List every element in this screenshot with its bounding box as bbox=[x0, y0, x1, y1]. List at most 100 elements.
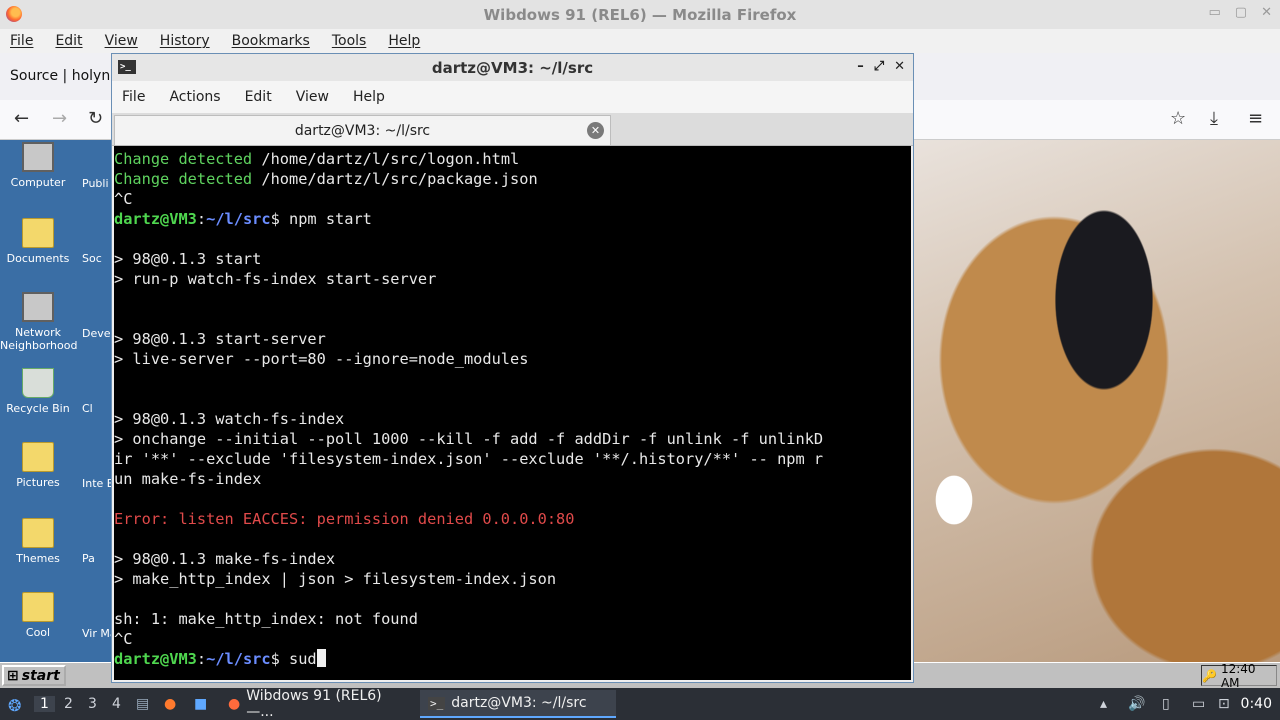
desktop-icon-documents[interactable]: Documents bbox=[0, 218, 76, 265]
firefox-logo-icon bbox=[6, 6, 22, 22]
tab-close-icon[interactable]: ✕ bbox=[587, 122, 604, 139]
term-menu-view[interactable]: View bbox=[296, 89, 329, 105]
terminal-error-line: Error: listen EACCES: permission denied … bbox=[114, 510, 575, 528]
downloads-icon[interactable]: ⤓ bbox=[1210, 108, 1218, 129]
maximize-icon[interactable]: ⤢ bbox=[874, 59, 884, 74]
desktop-icon-cl[interactable]: Cl bbox=[82, 402, 112, 415]
recycle-bin-icon bbox=[22, 368, 54, 398]
desktop-icon-network[interactable]: Network Neighborhood bbox=[0, 292, 77, 352]
win9x-desktop: Computer Documents Network Neighborhood … bbox=[0, 140, 112, 662]
term-menu-edit[interactable]: Edit bbox=[245, 89, 272, 105]
firefox-launcher-icon[interactable]: ● bbox=[164, 696, 176, 712]
terminal-line: ir '**' --exclude 'filesystem-index.json… bbox=[114, 450, 824, 468]
terminal-line: > live-server --port=80 --ignore=node_mo… bbox=[114, 350, 529, 368]
workspace-2[interactable]: 2 bbox=[64, 696, 73, 712]
minimize-icon[interactable]: – bbox=[857, 59, 864, 74]
start-button[interactable]: ⊞ start bbox=[2, 665, 66, 686]
terminal-line: sh: 1: make_http_index: not found bbox=[114, 610, 418, 628]
forward-icon[interactable]: → bbox=[52, 108, 67, 129]
terminal-line: > 98@0.1.3 start-server bbox=[114, 330, 326, 348]
ff-menu-file[interactable]: File bbox=[10, 33, 33, 49]
terminal-tab-label: dartz@VM3: ~/l/src bbox=[294, 122, 431, 139]
network-tray-icon[interactable]: ⊡ bbox=[1218, 696, 1230, 712]
maximize-icon[interactable]: ▢ bbox=[1235, 5, 1247, 20]
firefox-icon: ● bbox=[228, 696, 241, 712]
terminal-line: > 98@0.1.3 make-fs-index bbox=[114, 550, 336, 568]
terminal-icon: >_ bbox=[428, 696, 446, 710]
terminal-line: > onchange --initial --poll 1000 --kill … bbox=[114, 430, 824, 448]
win9x-tray: 🔑 12:40 AM bbox=[1201, 662, 1277, 690]
terminal-launcher-icon[interactable]: ■ bbox=[194, 696, 207, 712]
back-icon[interactable]: ← bbox=[14, 108, 29, 129]
terminal-line: ^C bbox=[114, 190, 133, 208]
workspace-3[interactable]: 3 bbox=[88, 696, 97, 712]
key-icon: 🔑 bbox=[1202, 668, 1217, 683]
terminal-app-icon: >_ bbox=[118, 60, 136, 74]
terminal-line: Change detected /home/dartz/l/src/logon.… bbox=[114, 150, 520, 168]
terminal-menubar: File Actions Edit View Help bbox=[112, 81, 913, 113]
terminal-window: >_ dartz@VM3: ~/l/src – ⤢ ✕ File Actions… bbox=[111, 53, 914, 683]
tray-up-arrow-icon[interactable]: ▴ bbox=[1100, 696, 1107, 712]
desktop-icon-pa[interactable]: Pa bbox=[82, 552, 112, 565]
bookmark-star-icon[interactable]: ☆ bbox=[1170, 108, 1186, 129]
firefox-tab[interactable]: Source | holyne bbox=[10, 68, 119, 84]
terminal-output[interactable]: Change detected /home/dartz/l/src/logon.… bbox=[114, 146, 911, 680]
desktop-icon-public[interactable]: Publi bbox=[82, 177, 112, 190]
terminal-line: > 98@0.1.3 start bbox=[114, 250, 262, 268]
firefox-menubar: File Edit View History Bookmarks Tools H… bbox=[0, 29, 1280, 53]
desktop-icon-recycle-bin[interactable]: Recycle Bin bbox=[0, 368, 76, 415]
desktop-icon-vm[interactable]: Vir Mac bbox=[82, 627, 112, 640]
workspace-4[interactable]: 4 bbox=[112, 696, 121, 712]
close-icon[interactable]: ✕ bbox=[1261, 5, 1272, 20]
folder-icon bbox=[22, 442, 54, 472]
distro-logo-icon[interactable]: ❂ bbox=[8, 696, 21, 715]
host-taskbar: ❂ 1 2 3 4 ▤ ● ■ ● Wibdows 91 (REL6) —...… bbox=[0, 688, 1280, 720]
reload-icon[interactable]: ↻ bbox=[88, 108, 103, 129]
display-icon[interactable]: ▭ bbox=[1192, 696, 1205, 712]
terminal-line: > run-p watch-fs-index start-server bbox=[114, 270, 437, 288]
clipboard-icon[interactable]: ▯ bbox=[1162, 696, 1170, 712]
ff-menu-edit[interactable]: Edit bbox=[55, 33, 82, 49]
terminal-line: > 98@0.1.3 watch-fs-index bbox=[114, 410, 345, 428]
desktop-icon-social[interactable]: Soc bbox=[82, 252, 112, 265]
volume-icon[interactable]: 🔊 bbox=[1128, 696, 1145, 712]
ff-menu-history[interactable]: History bbox=[160, 33, 210, 49]
network-icon bbox=[22, 292, 54, 322]
terminal-line: un make-fs-index bbox=[114, 470, 262, 488]
hamburger-menu-icon[interactable]: ≡ bbox=[1248, 108, 1263, 129]
folder-icon bbox=[22, 518, 54, 548]
term-menu-help[interactable]: Help bbox=[353, 89, 385, 105]
ff-menu-tools[interactable]: Tools bbox=[332, 33, 367, 49]
terminal-tab[interactable]: dartz@VM3: ~/l/src ✕ bbox=[114, 115, 611, 145]
desktop-icon-themes[interactable]: Themes bbox=[0, 518, 76, 565]
minimize-icon[interactable]: ▭ bbox=[1209, 5, 1221, 20]
desktop-icon-cool[interactable]: Cool bbox=[0, 592, 76, 639]
term-menu-file[interactable]: File bbox=[122, 89, 145, 105]
firefox-window-controls: ▭ ▢ ✕ bbox=[1209, 5, 1273, 20]
task-terminal[interactable]: >_ dartz@VM3: ~/l/src bbox=[420, 690, 616, 718]
close-icon[interactable]: ✕ bbox=[894, 59, 905, 74]
desktop-icon-dev[interactable]: Deve Ins bbox=[82, 327, 112, 340]
desktop-icon-ie[interactable]: Inte Exp bbox=[82, 477, 112, 490]
ff-menu-help[interactable]: Help bbox=[388, 33, 420, 49]
terminal-line: > make_http_index | json > filesystem-in… bbox=[114, 570, 557, 588]
terminal-titlebar[interactable]: >_ dartz@VM3: ~/l/src – ⤢ ✕ bbox=[112, 54, 913, 81]
windows-logo-icon: ⊞ bbox=[7, 667, 19, 684]
ff-menu-view[interactable]: View bbox=[105, 33, 138, 49]
workspace-1[interactable]: 1 bbox=[34, 696, 55, 712]
ff-menu-bookmarks[interactable]: Bookmarks bbox=[232, 33, 310, 49]
file-manager-icon[interactable]: ▤ bbox=[136, 696, 149, 712]
task-firefox[interactable]: ● Wibdows 91 (REL6) —... bbox=[220, 688, 420, 720]
computer-icon bbox=[22, 142, 54, 172]
term-menu-actions[interactable]: Actions bbox=[169, 89, 220, 105]
firefox-titlebar: Wibdows 91 (REL6) — Mozilla Firefox ▭ ▢ … bbox=[0, 0, 1280, 29]
terminal-prompt: dartz@VM3:~/l/src$ sud bbox=[114, 649, 911, 669]
desktop-icon-computer[interactable]: Computer bbox=[0, 142, 76, 189]
desktop-icon-pictures[interactable]: Pictures bbox=[0, 442, 76, 489]
